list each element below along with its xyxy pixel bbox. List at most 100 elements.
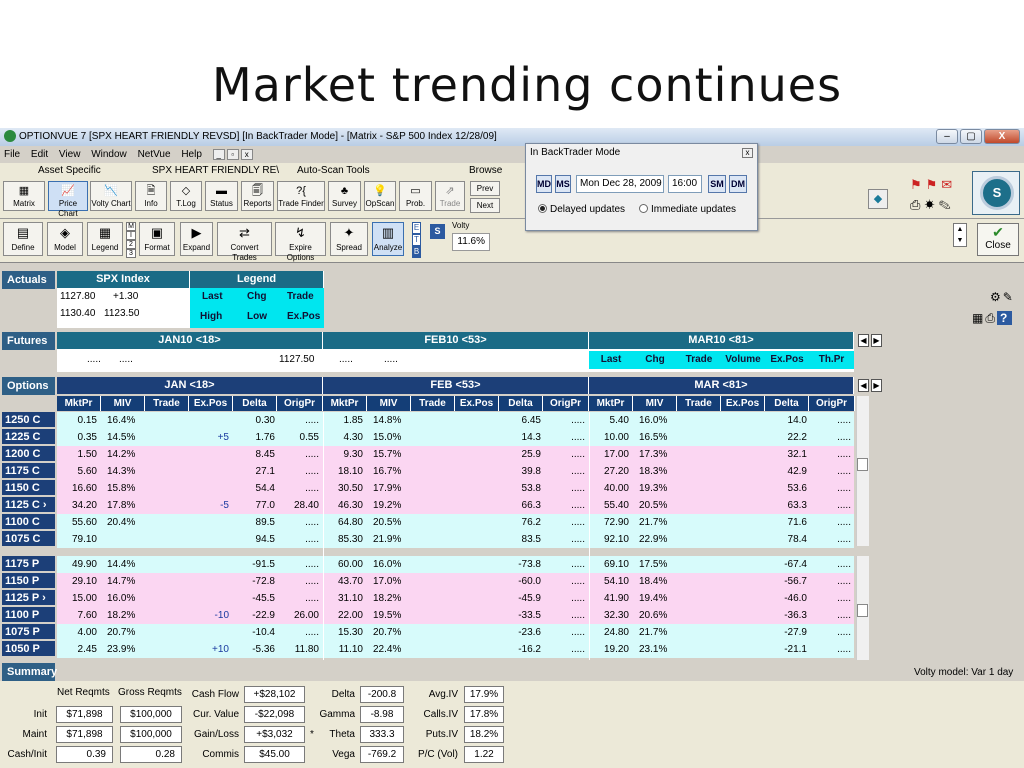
- mini-2[interactable]: 2: [126, 240, 136, 249]
- toolbar-opscan-button[interactable]: 💡 OpScan: [364, 181, 396, 211]
- strike-1100-c[interactable]: 1100 C: [2, 514, 55, 530]
- cell-delta: 53.8: [521, 483, 541, 494]
- next-button[interactable]: Next: [470, 198, 500, 213]
- table-row[interactable]: 15.00 16.0% -45.5..... 31.10 18.2% -45.9.....…: [57, 590, 854, 607]
- backtrader-ms-button[interactable]: MS: [555, 175, 571, 193]
- toolbar-trade-finder-button[interactable]: ?{Trade Finder: [277, 181, 325, 211]
- toolbar2-model-button[interactable]: ◈ Model: [47, 222, 83, 256]
- toolbar-price-chart-button[interactable]: 📈 Price Chart: [48, 181, 88, 218]
- strike-1200-c[interactable]: 1200 C: [2, 446, 55, 462]
- table-row[interactable]: 29.10 14.7% -72.8..... 43.70 17.0% -60.0.....…: [57, 573, 854, 590]
- menu-file[interactable]: File: [4, 149, 20, 160]
- menu-view[interactable]: View: [59, 149, 81, 160]
- strike-1050-p[interactable]: 1050 P: [2, 641, 55, 657]
- backtrader-dm-button[interactable]: DM: [729, 175, 747, 193]
- toolbar-status-button[interactable]: ▬ Status: [205, 181, 238, 211]
- toolbar-volty-chart-button[interactable]: 📉 Volty Chart: [90, 181, 132, 211]
- strike-1175-p[interactable]: 1175 P: [2, 556, 55, 572]
- mdi-minimize-button[interactable]: _: [212, 149, 225, 160]
- toolbar-t-log-button[interactable]: ◇ T.Log: [170, 181, 202, 211]
- toolbar-reports-button[interactable]: 🗐 Reports: [241, 181, 274, 211]
- immediate-updates-radio[interactable]: Immediate updates: [639, 204, 736, 215]
- strike-1225-c[interactable]: 1225 C: [2, 429, 55, 445]
- table-row[interactable]: 0.15 16.4% 0.30..... 1.85 14.8% 6.45..... 5.40…: [57, 412, 854, 429]
- mdi-restore-button[interactable]: ▫: [226, 149, 239, 160]
- strike-1075-c[interactable]: 1075 C: [2, 531, 55, 547]
- mini-m[interactable]: M: [126, 222, 136, 231]
- toolbar-survey-button[interactable]: ♣ Survey: [328, 181, 361, 211]
- strike-1150-c[interactable]: 1150 C: [2, 480, 55, 496]
- cell-miv: 17.9%: [373, 483, 402, 494]
- table-row[interactable]: 55.60 20.4% 89.5..... 64.80 20.5% 76.2..... 72…: [57, 514, 854, 531]
- table-row[interactable]: 7.60 18.2% -10 -22.9 26.00 22.00 19.5% -33.5...…: [57, 607, 854, 624]
- table-row[interactable]: 16.60 15.8% 54.4..... 30.50 17.9% 53.8..... 40…: [57, 480, 854, 497]
- backtrader-date-field[interactable]: Mon Dec 28, 2009: [576, 175, 664, 193]
- backtrader-close-button[interactable]: x: [742, 148, 753, 158]
- close-window-button[interactable]: X: [984, 129, 1020, 144]
- toolbar-info-button[interactable]: 🗎 Info: [135, 181, 167, 211]
- strike-1150-p[interactable]: 1150 P: [2, 573, 55, 589]
- toolbar2-expand-button[interactable]: ▶ Expand: [180, 222, 213, 256]
- cell-trade: [411, 429, 455, 446]
- menu-edit[interactable]: Edit: [31, 149, 48, 160]
- menu-help[interactable]: Help: [181, 149, 202, 160]
- strike-1175-c[interactable]: 1175 C: [2, 463, 55, 479]
- strike-1100-p[interactable]: 1100 P: [2, 607, 55, 623]
- menu-window[interactable]: Window: [91, 149, 127, 160]
- mdi-close-button[interactable]: x: [240, 149, 253, 160]
- etb-b[interactable]: B: [412, 246, 421, 258]
- volty-value[interactable]: 11.6%: [452, 233, 490, 251]
- volty-s-button[interactable]: S: [430, 224, 445, 239]
- backtrader-sm-button[interactable]: SM: [708, 175, 726, 193]
- toolbar2-convert-trades-button[interactable]: ⇄ Convert Trades: [217, 222, 272, 262]
- toolbar-trade-button[interactable]: ⇗ Trade: [435, 181, 465, 211]
- toolbar2-analyze-button[interactable]: ▥ Analyze: [372, 222, 404, 256]
- sync-icon[interactable]: ◆: [868, 189, 888, 209]
- prev-button[interactable]: Prev: [470, 181, 500, 196]
- etb-e[interactable]: E: [412, 222, 421, 234]
- toolbar2-format-button[interactable]: ▣ Format: [139, 222, 175, 256]
- table-row[interactable]: 0.35 14.5% +5 1.76 0.55 4.30 15.0% 14.3..... 10.…: [57, 429, 854, 446]
- backtrader-time-field[interactable]: 16:00: [668, 175, 702, 193]
- table-row[interactable]: 4.00 20.7% -10.4..... 15.30 20.7% -23.6..... 2…: [57, 624, 854, 641]
- toolbar2-define-button[interactable]: ▤ Define: [3, 222, 43, 256]
- toolbar2-spread-button[interactable]: ✦ Spread: [330, 222, 368, 256]
- toolbar-trade-label: Trade: [439, 199, 461, 208]
- toolbar2-expire-options-button[interactable]: ↯ Expire Options: [275, 222, 326, 262]
- toolbar2-legend-button[interactable]: ▦ Legend: [87, 222, 123, 256]
- calls-scrollbar[interactable]: [856, 396, 869, 546]
- strike-1075-p[interactable]: 1075 P: [2, 624, 55, 640]
- pencil-icons[interactable]: ⚙✎: [990, 290, 1015, 304]
- mini-i[interactable]: I: [126, 231, 136, 240]
- delayed-updates-radio[interactable]: Delayed updates: [538, 204, 625, 215]
- futures-nav-right[interactable]: ▶: [871, 334, 882, 347]
- close-button[interactable]: ✔ Close: [977, 223, 1019, 256]
- table-row[interactable]: 79.10 94.5..... 85.30 21.9% 83.5..... 92.10 22…: [57, 531, 854, 548]
- options-nav-right[interactable]: ▶: [871, 379, 882, 392]
- minimize-button[interactable]: –: [936, 129, 958, 144]
- options-nav-left[interactable]: ◀: [858, 379, 869, 392]
- maximize-button[interactable]: ▢: [960, 129, 982, 144]
- table-row[interactable]: 34.20 17.8% -5 77.0 28.40 46.30 19.2% 66.3.....…: [57, 497, 854, 514]
- calc-print-help-icons[interactable]: ▦⎙?: [972, 311, 1013, 326]
- print-icons[interactable]: ⎙☀✎: [910, 197, 955, 213]
- table-row[interactable]: 1.50 14.2% 8.45..... 9.30 15.7% 25.9..... 17.0…: [57, 446, 854, 463]
- mini-3[interactable]: 3: [126, 249, 136, 258]
- toolbar-prob-button[interactable]: ▭ Prob.: [399, 181, 432, 211]
- toolbar-matrix-button[interactable]: ▦ Matrix: [3, 181, 45, 211]
- strike-1125-p[interactable]: 1125 P ›: [2, 590, 55, 606]
- close-spinner[interactable]: ▲ ▼: [953, 223, 967, 247]
- futures-nav-left[interactable]: ◀: [858, 334, 869, 347]
- menu-netvue[interactable]: NetVue: [138, 149, 171, 160]
- strike-1250-c[interactable]: 1250 C: [2, 412, 55, 428]
- alert-icons[interactable]: ⚑⚑✉: [910, 177, 956, 193]
- table-row[interactable]: 2.45 23.9% +10 -5.36 11.80 11.10 22.4% -16.2...…: [57, 641, 854, 658]
- options-col-delta: Delta: [499, 396, 543, 411]
- table-row[interactable]: 5.60 14.3% 27.1..... 18.10 16.7% 39.8..... 27.…: [57, 463, 854, 480]
- backtrader-md-button[interactable]: MD: [536, 175, 552, 193]
- etb-t[interactable]: T: [412, 234, 421, 246]
- table-row[interactable]: 49.90 14.4% -91.5..... 60.00 16.0% -73.8.....…: [57, 556, 854, 573]
- puts-scroll-thumb[interactable]: [857, 604, 868, 617]
- calls-scroll-thumb[interactable]: [857, 458, 868, 471]
- strike-1125-c[interactable]: 1125 C ›: [2, 497, 55, 513]
